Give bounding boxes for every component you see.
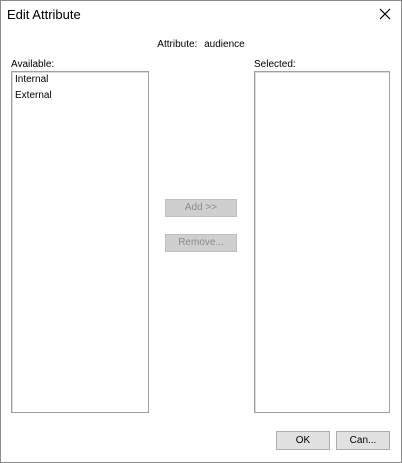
edit-attribute-dialog: Edit Attribute Attribute: audience Avail… [0, 0, 402, 463]
attribute-label: Attribute: [157, 39, 198, 50]
selected-label: Selected: [254, 59, 296, 70]
attribute-row: Attribute: audience [1, 39, 401, 50]
selected-listbox[interactable] [254, 71, 390, 413]
add-button[interactable]: Add >> [165, 199, 237, 217]
available-label: Available: [11, 59, 55, 70]
dialog-title: Edit Attribute [7, 7, 81, 22]
close-icon[interactable] [377, 6, 393, 22]
attribute-value: audience [204, 39, 245, 50]
ok-button[interactable]: OK [276, 431, 330, 450]
cancel-button[interactable]: Can... [336, 431, 390, 450]
available-listbox[interactable]: Internal External [11, 71, 149, 413]
list-item[interactable]: Internal [12, 72, 148, 88]
list-item[interactable]: External [12, 88, 148, 104]
remove-button[interactable]: Remove... [165, 234, 237, 252]
